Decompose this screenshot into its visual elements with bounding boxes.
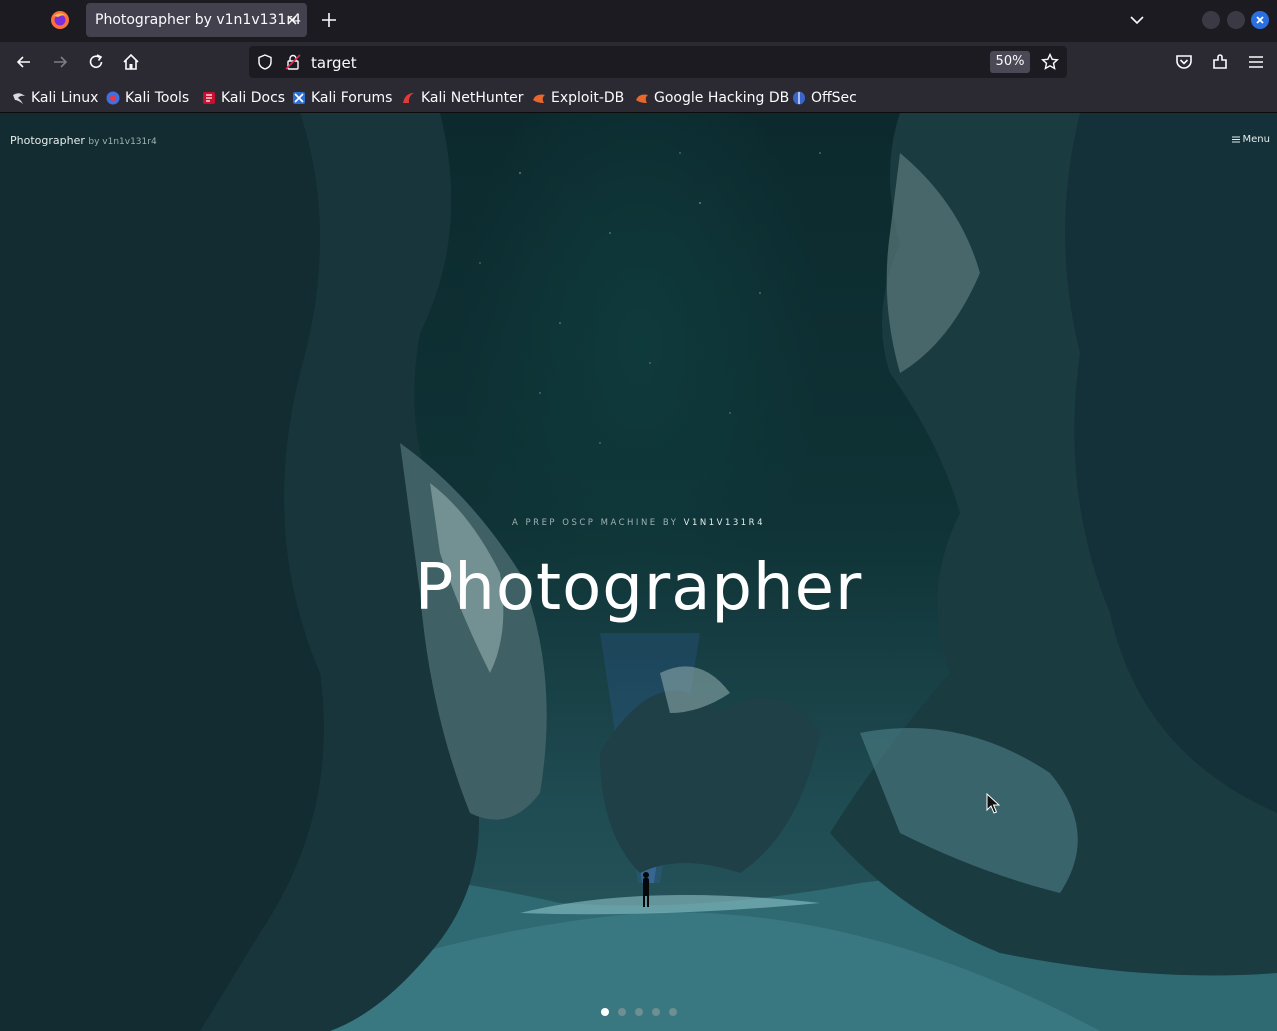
mouse-cursor-icon xyxy=(986,793,1000,814)
close-icon xyxy=(1256,16,1264,24)
hero-kicker: A PREP OSCP MACHINE BY V1N1V131R4 xyxy=(0,518,1277,528)
bookmark-star-icon[interactable] xyxy=(1041,53,1059,71)
hamburger-menu-icon[interactable] xyxy=(1246,52,1266,72)
menu-label: Menu xyxy=(1242,134,1270,145)
zoom-level-badge[interactable]: 50% xyxy=(990,51,1030,73)
slide-dot-2[interactable] xyxy=(618,1008,626,1016)
ghdb-icon xyxy=(636,94,648,103)
kali-forums-icon xyxy=(293,92,305,104)
tab-title: Photographer by v1n1v131r4 xyxy=(95,12,302,28)
bookmark-kali-tools[interactable]: Kali Tools xyxy=(106,88,189,108)
bookmark-exploit-db[interactable]: Exploit-DB xyxy=(532,88,624,108)
slide-dot-4[interactable] xyxy=(652,1008,660,1016)
site-menu-button[interactable]: Menu xyxy=(1231,134,1270,145)
bookmark-kali-nethunter[interactable]: Kali NetHunter xyxy=(402,88,523,108)
brand-subtitle: by v1n1v131r4 xyxy=(88,137,157,147)
window-maximize-button[interactable] xyxy=(1227,11,1245,29)
slide-dot-3[interactable] xyxy=(635,1008,643,1016)
kali-nethunter-icon xyxy=(403,93,414,103)
window-minimize-button[interactable] xyxy=(1202,11,1220,29)
extensions-icon[interactable] xyxy=(1210,52,1230,72)
tab-list-chevron-icon[interactable] xyxy=(1128,12,1146,28)
close-tab-icon[interactable] xyxy=(285,13,299,27)
insecure-lock-icon[interactable] xyxy=(285,54,301,70)
bookmark-kali-linux[interactable]: Kali Linux xyxy=(12,88,98,108)
active-tab[interactable]: Photographer by v1n1v131r4 xyxy=(86,3,307,37)
pocket-icon[interactable] xyxy=(1174,52,1194,72)
slider-pagination xyxy=(600,1008,680,1018)
slide-dot-1[interactable] xyxy=(601,1008,609,1016)
bookmark-google-hacking-db[interactable]: Google Hacking DB xyxy=(635,88,789,108)
hero-title: Photographer xyxy=(414,551,863,625)
offsec-icon xyxy=(793,91,805,105)
new-tab-icon[interactable] xyxy=(320,11,338,29)
kali-tools-icon xyxy=(106,91,120,105)
home-icon[interactable] xyxy=(121,52,141,72)
menu-icon xyxy=(1231,136,1240,143)
url-text[interactable]: target xyxy=(311,54,357,72)
exploit-db-icon xyxy=(533,94,545,103)
kali-docs-icon xyxy=(203,92,215,104)
bookmark-kali-docs[interactable]: Kali Docs xyxy=(202,88,285,108)
url-bar[interactable]: target 50% xyxy=(249,46,1067,78)
navigation-toolbar: target 50% xyxy=(0,42,1277,82)
window-close-button[interactable] xyxy=(1251,11,1269,29)
kicker-prefix: A PREP OSCP MACHINE BY xyxy=(512,518,684,528)
bookmark-offsec[interactable]: OffSec xyxy=(792,88,857,108)
kicker-author: V1N1V131R4 xyxy=(683,518,765,528)
tracking-shield-icon[interactable] xyxy=(257,54,273,70)
firefox-icon[interactable] xyxy=(50,10,70,30)
bookmarks-toolbar: Kali Linux Kali Tools Kali Docs Kali For… xyxy=(0,82,1277,113)
site-brand[interactable]: Photographer by v1n1v131r4 xyxy=(10,134,157,147)
reload-icon[interactable] xyxy=(86,52,106,72)
kali-dragon-icon xyxy=(13,93,25,104)
brand-title: Photographer xyxy=(10,134,85,147)
tab-bar: Photographer by v1n1v131r4 xyxy=(0,0,1277,42)
bookmark-kali-forums[interactable]: Kali Forums xyxy=(292,88,392,108)
slide-dot-5[interactable] xyxy=(669,1008,677,1016)
back-arrow-icon[interactable] xyxy=(14,52,34,72)
page-viewport: Photographer by v1n1v131r4 Menu A PREP O… xyxy=(0,113,1277,1031)
forward-arrow-icon[interactable] xyxy=(50,52,70,72)
